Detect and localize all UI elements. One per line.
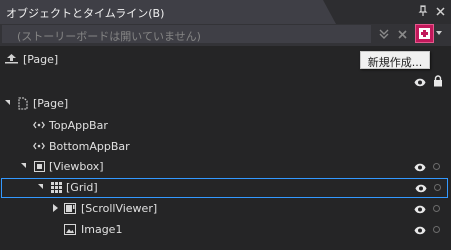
- property-icon: [33, 140, 45, 152]
- eye-icon[interactable]: [415, 183, 427, 193]
- eye-icon[interactable]: [414, 225, 426, 235]
- pin-icon[interactable]: [415, 3, 431, 19]
- tree-node-viewbox[interactable]: [Viewbox]: [0, 157, 451, 177]
- tree-node-topappbar[interactable]: TopAppBar: [0, 116, 451, 136]
- viewbox-icon: [33, 160, 45, 172]
- tree-node-label: BottomAppBar: [49, 140, 130, 153]
- storyboard-selector[interactable]: (ストーリーボードは開いていません): [2, 25, 371, 43]
- lock-toggle-dot[interactable]: [434, 184, 441, 191]
- eye-icon[interactable]: [414, 204, 426, 214]
- chevron-down-icon[interactable]: [436, 31, 442, 35]
- image-icon: [64, 223, 76, 235]
- lock-toggle-dot[interactable]: [433, 205, 440, 212]
- tree-node-label: [Grid]: [66, 181, 98, 194]
- tree-node-grid[interactable]: [Grid]: [1, 178, 448, 198]
- collapse-arrow-icon[interactable]: [53, 204, 58, 212]
- tree-node-label: TopAppBar: [49, 119, 108, 132]
- close-storyboard-icon[interactable]: [394, 26, 410, 42]
- eye-icon[interactable]: [414, 77, 426, 87]
- tree-node-image1[interactable]: Image1: [0, 220, 451, 240]
- visibility-header-row: [0, 72, 451, 92]
- scope-label: [Page]: [23, 53, 59, 66]
- eye-icon[interactable]: [414, 162, 426, 172]
- new-storyboard-tooltip: 新規作成...: [360, 51, 430, 69]
- tree-node-label: [Viewbox]: [49, 160, 104, 173]
- scope-up-icon[interactable]: [5, 53, 18, 67]
- grid-icon: [50, 181, 62, 193]
- tree-node-page[interactable]: [Page]: [0, 94, 451, 114]
- close-icon[interactable]: [432, 3, 448, 19]
- panel-title: オブジェクトとタイムライン(B): [6, 7, 165, 20]
- panel-titlebar: オブジェクトとタイムライン(B): [0, 0, 451, 24]
- lock-icon[interactable]: [433, 75, 443, 87]
- double-chevron-down-icon[interactable]: [376, 26, 392, 42]
- tree-node-label: Image1: [81, 223, 123, 236]
- tree-node-scrollviewer[interactable]: [ScrollViewer]: [0, 199, 451, 219]
- expand-arrow-icon[interactable]: [38, 184, 43, 189]
- plus-icon: [419, 28, 430, 39]
- tree-node-label: [ScrollViewer]: [81, 202, 158, 215]
- storyboard-toolbar: (ストーリーボードは開いていません): [0, 24, 451, 46]
- lock-toggle-dot[interactable]: [433, 163, 440, 170]
- tree-node-bottomappbar[interactable]: BottomAppBar: [0, 137, 451, 157]
- expand-arrow-icon[interactable]: [21, 163, 26, 168]
- property-icon: [33, 119, 45, 131]
- add-storyboard-button[interactable]: [415, 24, 434, 43]
- scrollviewer-icon: [64, 202, 76, 214]
- lock-toggle-dot[interactable]: [433, 226, 440, 233]
- page-icon: [17, 96, 29, 110]
- tree-node-label: [Page]: [33, 97, 69, 110]
- expand-arrow-icon[interactable]: [5, 100, 10, 105]
- panel-tab[interactable]: オブジェクトとタイムライン(B): [0, 0, 336, 24]
